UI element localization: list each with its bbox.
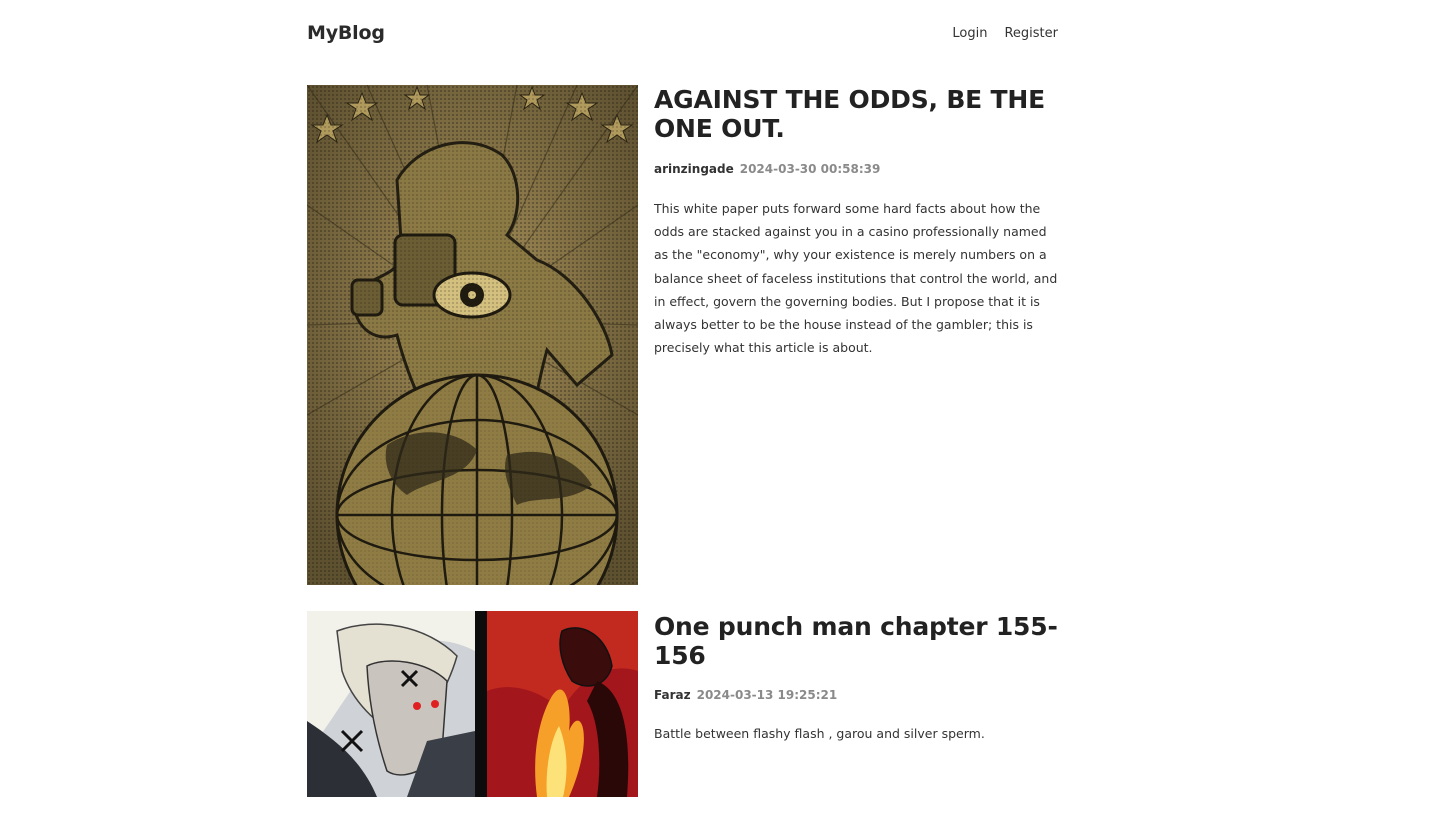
post-card: One punch man chapter 155-156 Faraz 2024-… xyxy=(307,611,1059,797)
post-title[interactable]: One punch man chapter 155-156 xyxy=(654,612,1059,670)
register-link[interactable]: Register xyxy=(1004,26,1058,41)
post-date: 2024-03-30 00:58:39 xyxy=(739,162,881,176)
post-body: AGAINST THE ODDS, BE THE ONE OUT. arinzi… xyxy=(654,85,1059,359)
post-thumbnail[interactable] xyxy=(307,611,638,797)
post-date: 2024-03-13 19:25:21 xyxy=(696,688,838,702)
login-link[interactable]: Login xyxy=(952,26,987,41)
post-title[interactable]: AGAINST THE ODDS, BE THE ONE OUT. xyxy=(654,85,1059,143)
post-thumbnail[interactable] xyxy=(307,85,638,585)
post-card: AGAINST THE ODDS, BE THE ONE OUT. arinzi… xyxy=(307,85,1059,585)
post-meta: arinzingade 2024-03-30 00:58:39 xyxy=(654,161,1059,177)
post-author[interactable]: arinzingade xyxy=(654,162,734,176)
post-meta: Faraz 2024-03-13 19:25:21 xyxy=(654,687,1059,703)
illuminati-globe-image xyxy=(307,85,638,585)
brand-logo[interactable]: MyBlog xyxy=(307,22,385,44)
page: MyBlog Login Register AGAINST THE ODDS, … xyxy=(0,0,1439,815)
manga-panel-image xyxy=(307,611,638,797)
post-body: One punch man chapter 155-156 Faraz 2024-… xyxy=(654,611,1059,745)
post-excerpt: Battle between flashy flash , garou and … xyxy=(654,726,985,741)
post-excerpt: This white paper puts forward some hard … xyxy=(654,201,1058,356)
top-nav: Login Register xyxy=(952,26,1058,41)
post-author[interactable]: Faraz xyxy=(654,688,691,702)
